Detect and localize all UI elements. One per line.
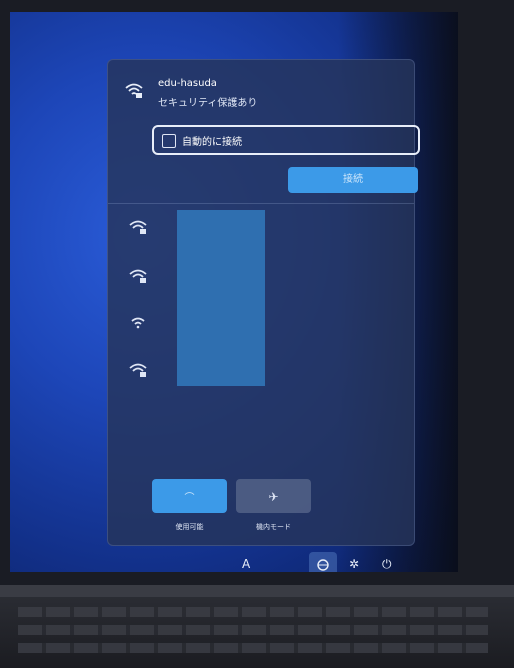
laptop-hinge: [0, 585, 514, 597]
divider: [108, 203, 414, 204]
auto-connect-checkbox[interactable]: [162, 134, 176, 148]
accessibility-icon[interactable]: ✲: [349, 557, 359, 571]
wifi-secured-icon: [125, 83, 143, 98]
network-flyout: edu-hasuda セキュリティ保護あり 自動的に接続 接続 ⌒ ✈ 使用可能…: [107, 59, 420, 546]
photo: edu-hasuda セキュリティ保護あり 自動的に接続 接続 ⌒ ✈ 使用可能…: [0, 0, 514, 668]
redacted-network-names: [177, 210, 265, 386]
security-status: セキュリティ保護あり: [158, 98, 258, 109]
wifi-secured-icon[interactable]: [128, 361, 148, 379]
wifi-icon: ⌒: [184, 492, 195, 504]
wifi-toggle-button[interactable]: ⌒: [152, 479, 227, 513]
wifi-toggle-label: 使用可能: [175, 523, 204, 531]
network-tray-button[interactable]: [309, 552, 337, 572]
connect-button[interactable]: 接続: [288, 167, 418, 193]
airplane-mode-label: 機内モード: [256, 523, 291, 531]
auto-connect-label: 自動的に接続: [182, 137, 242, 148]
keyboard: [0, 597, 514, 668]
keyboard-row: [18, 643, 488, 653]
wifi-secured-icon[interactable]: [128, 218, 148, 236]
keyboard-row: [18, 607, 488, 617]
wifi-secured-icon[interactable]: [128, 267, 148, 285]
keyboard-row: [18, 625, 488, 635]
auto-connect-option[interactable]: 自動的に接続: [152, 125, 420, 155]
globe-icon: [317, 559, 329, 571]
wifi-icon[interactable]: [128, 313, 148, 331]
screen: edu-hasuda セキュリティ保護あり 自動的に接続 接続 ⌒ ✈ 使用可能…: [10, 12, 458, 572]
power-icon[interactable]: ⏻: [382, 557, 392, 572]
ime-indicator[interactable]: A: [242, 557, 250, 571]
airplane-mode-button[interactable]: ✈: [236, 479, 311, 513]
network-name[interactable]: edu-hasuda: [158, 78, 217, 89]
airplane-icon: ✈: [268, 489, 279, 504]
